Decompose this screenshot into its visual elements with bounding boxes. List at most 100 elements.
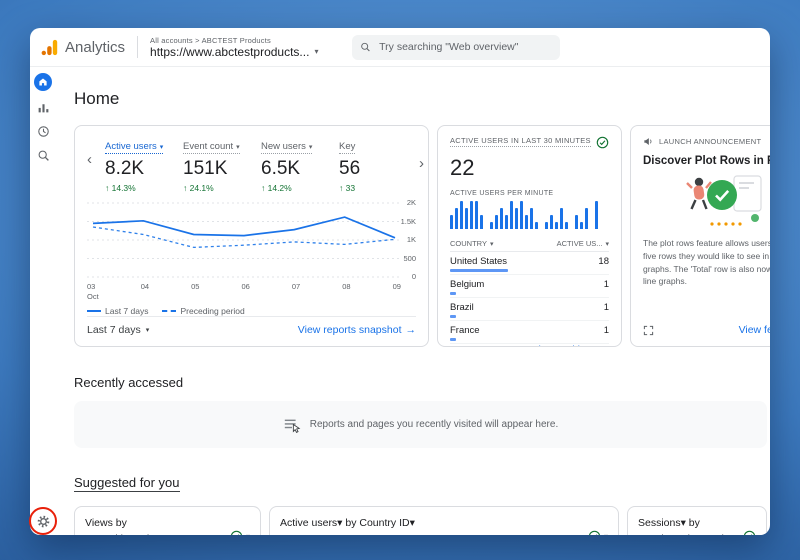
metric-active-users[interactable]: Active users ▾ 8.2K ↑ 14.3%	[105, 136, 183, 193]
expand-icon[interactable]	[643, 325, 654, 336]
caret-down-icon[interactable]: ▾	[246, 532, 250, 536]
minute-bar	[495, 215, 498, 229]
carousel-left-button[interactable]: ‹	[87, 152, 92, 167]
arrow-right-icon: →	[405, 324, 417, 336]
x-axis-tick: 03	[87, 282, 96, 292]
realtime-table-row: Belgium 1	[450, 275, 609, 298]
y-axis-tick: 1K	[406, 235, 416, 245]
country-value-bar	[450, 269, 508, 272]
country-name: Brazil	[450, 302, 474, 318]
metric-value: 6.5K	[261, 158, 301, 179]
minute-bar	[555, 222, 558, 229]
property-name: https://www.abctestproducts...	[150, 44, 310, 59]
overview-cards-row: ‹ Active users ▾ 8.2K ↑ 14.3% Event count…	[74, 125, 770, 347]
y-axis-tick: 500	[403, 254, 416, 264]
card-title-line2: Page title and scree...	[85, 532, 187, 535]
country-name: United States	[450, 256, 508, 272]
analytics-window: Analytics All accounts > ABCTEST Product…	[30, 28, 770, 535]
x-axis-tick-sub: Oct	[87, 291, 99, 301]
x-axis-tick: 09	[392, 282, 401, 292]
card-title-line2: Session primary ch...	[638, 532, 736, 535]
country-name: France	[450, 325, 480, 341]
gear-icon	[37, 515, 49, 528]
recently-accessed-title: Recently accessed	[74, 375, 184, 390]
country-name: Belgium	[450, 279, 484, 295]
per-minute-bar-chart	[450, 201, 609, 229]
account-switcher[interactable]: All accounts > ABCTEST Products https://…	[150, 36, 318, 59]
sidebar-item-home[interactable]	[34, 73, 52, 91]
minute-bar	[455, 208, 458, 229]
view-realtime-link[interactable]: View realtime→	[532, 344, 610, 346]
card-title-line1: Sessions▾ by	[638, 517, 700, 529]
minute-bar	[500, 208, 503, 229]
country-value-bar	[450, 338, 456, 341]
legend-label: Last 7 days	[105, 306, 149, 316]
card-title-line1: Views by	[85, 517, 127, 529]
admin-settings-button[interactable]	[36, 514, 51, 529]
caret-down-icon[interactable]: ▾	[604, 532, 608, 536]
y-axis-tick: 1.5K	[400, 217, 416, 227]
sidebar-item-reports[interactable]	[36, 100, 51, 115]
metrics-carousel: ‹ Active users ▾ 8.2K ↑ 14.3% Event count…	[87, 133, 428, 195]
bar-chart-icon	[38, 104, 48, 113]
analytics-logo[interactable]: Analytics	[40, 38, 125, 57]
per-minute-label: ACTIVE USERS PER MINUTE	[450, 190, 554, 197]
magnifier-icon	[38, 150, 49, 161]
sidebar-item-explore[interactable]	[36, 124, 51, 139]
check-circle-icon[interactable]	[596, 136, 609, 149]
suggested-cards-row: Views by Page title and scree... ▾	[74, 506, 767, 535]
suggested-card-views[interactable]: Views by Page title and scree... ▾	[74, 506, 261, 535]
minute-bar	[460, 201, 463, 229]
suggested-card-active-users[interactable]: Active users▾ by Country ID▾ ▾	[269, 506, 619, 535]
suggested-card-sessions[interactable]: Sessions▾ by Session primary ch...	[627, 506, 767, 535]
metric-label: Event count	[183, 141, 234, 152]
search-bar[interactable]	[352, 34, 561, 60]
card-title-line1: Active users▾ by Country ID▾	[280, 517, 415, 529]
minute-bar	[565, 222, 568, 229]
minute-bar	[575, 215, 578, 229]
minute-bar	[510, 201, 513, 229]
minute-bar	[530, 208, 533, 229]
minute-bar	[515, 208, 518, 229]
country-column-header[interactable]: COUNTRY ▾	[450, 239, 493, 248]
minute-bar	[450, 215, 453, 229]
carousel-right-button[interactable]: ›	[419, 156, 424, 171]
caret-down-icon: ▾	[236, 144, 240, 151]
realtime-card-title: ACTIVE USERS IN LAST 30 MINUTES	[450, 136, 591, 147]
minute-bar	[560, 208, 563, 229]
minute-bar	[475, 201, 478, 229]
view-reports-snapshot-link[interactable]: View reports snapshot →	[298, 324, 416, 336]
check-circle-icon[interactable]	[743, 530, 756, 536]
check-circle-icon[interactable]	[588, 530, 601, 536]
realtime-table-row: United States 18	[450, 252, 609, 275]
recently-accessed-empty-text: Reports and pages you recently visited w…	[309, 419, 559, 430]
metric-label: Active users	[105, 141, 157, 152]
y-axis-tick: 0	[411, 272, 416, 282]
page-title: Home	[74, 89, 120, 108]
metric-label: Key	[339, 141, 356, 152]
sidebar-item-advertising[interactable]	[36, 148, 51, 163]
search-input[interactable]	[377, 40, 553, 54]
legend-label: Preceding period	[180, 306, 245, 316]
search-icon	[361, 42, 371, 52]
metric-event-count[interactable]: Event count ▾ 151K ↑ 24.1%	[183, 136, 261, 193]
date-range-selector[interactable]: Last 7 days ▾	[87, 324, 149, 336]
caret-down-icon: ▾	[605, 241, 609, 248]
check-circle-icon[interactable]	[230, 530, 243, 536]
country-value-bar	[450, 292, 456, 295]
arrow-right-icon: →	[599, 344, 610, 346]
minute-bar	[545, 222, 548, 229]
minute-bar	[535, 222, 538, 229]
caret-down-icon: ▾	[145, 327, 150, 334]
dashed-line-swatch	[162, 310, 177, 312]
home-icon	[39, 78, 47, 86]
suggested-title: Suggested for you	[74, 475, 180, 492]
view-features-link[interactable]: View features	[739, 324, 770, 336]
minute-bar	[525, 215, 528, 229]
metric-new-users[interactable]: New users ▾ 6.5K ↑ 14.2%	[261, 136, 339, 193]
metric-delta: ↑ 14.3%	[105, 183, 136, 193]
minute-bar	[580, 222, 583, 229]
overview-card-footer: Last 7 days ▾ View reports snapshot →	[87, 316, 416, 336]
realtime-table-row: France 1	[450, 321, 609, 344]
active-users-column-header[interactable]: ACTIVE US... ▾	[557, 239, 609, 248]
